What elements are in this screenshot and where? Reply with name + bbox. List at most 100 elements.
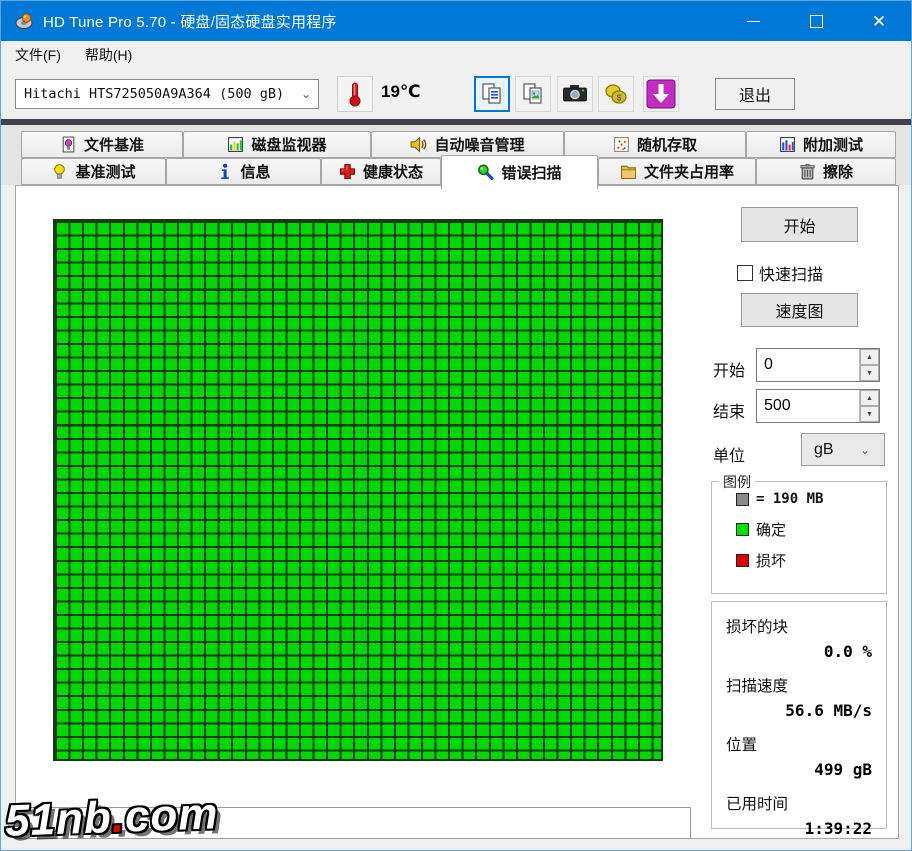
menu-bar: 文件(F) 帮助(H)	[1, 41, 912, 70]
disk-monitor-icon	[227, 136, 244, 153]
quick-scan-label: 快速扫描	[759, 261, 823, 285]
watermark-text: 51nb	[4, 793, 112, 846]
tab-error-scan[interactable]: 错误扫描	[441, 155, 598, 189]
chevron-down-icon: ⌄	[860, 443, 884, 457]
unit-select[interactable]: gB ⌄	[801, 433, 885, 466]
tab-label: 附加测试	[803, 134, 863, 155]
app-logo-icon	[15, 12, 33, 30]
tab-folder-usage[interactable]: 文件夹占用率	[598, 158, 756, 185]
tab-file-benchmark[interactable]: 文件基准	[21, 131, 183, 158]
start-spinbox[interactable]: 0 ▲ ▼	[756, 348, 880, 382]
tab-extra-tests[interactable]: 附加测试	[746, 131, 896, 158]
close-button[interactable]: ✕	[856, 1, 902, 41]
tab-disk-monitor[interactable]: 磁盘监视器	[183, 131, 371, 158]
copy-image-icon	[521, 82, 545, 106]
tab-erase[interactable]: 擦除	[756, 158, 896, 185]
trash-icon	[799, 163, 816, 180]
exit-button-label: 退出	[739, 82, 771, 106]
close-icon: ✕	[872, 13, 886, 30]
toolbar: Hitachi HTS725050A9A364 (500 gB) ⌄ 19℃	[1, 69, 912, 119]
random-access-icon	[613, 136, 630, 153]
stat-scan-speed: 扫描速度 56.6 MB/s	[726, 674, 872, 720]
watermark-51nb: 51nb.com	[4, 789, 219, 846]
legend-groupbox: 图例 = 190 MB 确定 损坏	[711, 481, 887, 594]
menu-help[interactable]: 帮助(H)	[75, 41, 142, 69]
drive-selector-value: Hitachi HTS725050A9A364 (500 gB)	[16, 86, 294, 102]
title-bar: HD Tune Pro 5.70 - 硬盘/固态硬盘实用程序 ✕	[1, 1, 912, 41]
end-field-label: 结束	[713, 398, 745, 422]
spin-up-icon[interactable]: ▲	[860, 390, 879, 406]
legend-swatch-block	[736, 493, 749, 506]
legend-bad-text: 损坏	[756, 550, 786, 571]
temperature-value: 19℃	[381, 82, 421, 102]
stat-label: 已用时间	[726, 792, 872, 814]
legend-swatch-ok	[736, 523, 749, 536]
unit-select-value: gB	[802, 441, 860, 459]
file-benchmark-icon	[60, 136, 77, 153]
quick-scan-checkbox[interactable]	[737, 265, 753, 281]
minimize-button[interactable]	[730, 1, 776, 41]
save-results-button[interactable]: $	[598, 76, 634, 112]
minimize-icon	[747, 21, 760, 22]
legend-swatch-bad	[736, 554, 749, 567]
legend-blocksize-text: = 190 MB	[756, 491, 823, 507]
tab-health[interactable]: 健康状态	[321, 158, 441, 185]
tab-label: 错误扫描	[501, 162, 561, 183]
speaker-icon	[410, 136, 427, 153]
speed-map-label: 速度图	[775, 298, 823, 322]
temperature-button[interactable]	[337, 76, 373, 112]
tab-info[interactable]: 信息	[166, 158, 321, 185]
window-title: HD Tune Pro 5.70 - 硬盘/固态硬盘实用程序	[43, 11, 337, 32]
copy-image-button[interactable]	[515, 76, 551, 112]
stat-label: 损坏的块	[726, 615, 872, 637]
update-button[interactable]	[643, 76, 679, 112]
spin-down-icon[interactable]: ▼	[860, 406, 879, 422]
coins-icon: $	[604, 82, 628, 106]
scan-grid	[53, 219, 663, 761]
start-field-label: 开始	[713, 357, 745, 381]
exit-button[interactable]: 退出	[715, 78, 795, 110]
screenshot-button[interactable]	[557, 76, 593, 112]
end-spinbox[interactable]: 500 ▲ ▼	[756, 389, 880, 423]
speed-map-button[interactable]: 速度图	[741, 293, 858, 327]
watermark-text: com	[124, 789, 219, 841]
stat-value: 499 gB	[726, 760, 872, 779]
app-window: HD Tune Pro 5.70 - 硬盘/固态硬盘实用程序 ✕ 文件(F) 帮…	[0, 0, 912, 851]
thermometer-icon	[347, 81, 363, 107]
stat-elapsed-time: 已用时间 1:39:22	[726, 792, 872, 838]
legend-row-ok: 确定	[736, 519, 886, 540]
legend-title: 图例	[719, 472, 755, 492]
tab-label: 自动噪音管理	[434, 134, 524, 155]
tab-benchmark[interactable]: 基准测试	[21, 158, 166, 185]
end-spinbox-value: 500	[757, 390, 859, 422]
maximize-button[interactable]	[793, 1, 839, 41]
start-scan-button[interactable]: 开始	[741, 207, 858, 242]
tab-label: 文件基准	[84, 134, 144, 155]
tab-label: 随机存取	[637, 134, 697, 155]
stat-label: 扫描速度	[726, 674, 872, 696]
tab-label: 基准测试	[75, 161, 135, 182]
magnifier-icon	[477, 164, 494, 181]
stat-position: 位置 499 gB	[726, 733, 872, 779]
tab-auto-noise-management[interactable]: 自动噪音管理	[371, 131, 564, 158]
copy-text-button[interactable]	[474, 76, 510, 112]
extra-tests-icon	[779, 136, 796, 153]
camera-icon	[562, 82, 588, 106]
tab-random-access[interactable]: 随机存取	[564, 131, 746, 158]
spin-up-icon[interactable]: ▲	[860, 349, 879, 365]
download-icon	[646, 79, 676, 109]
maximize-icon	[810, 15, 823, 28]
drive-selector[interactable]: Hitachi HTS725050A9A364 (500 gB) ⌄	[15, 79, 319, 109]
legend-ok-text: 确定	[756, 519, 786, 540]
info-icon	[216, 163, 233, 180]
spin-down-icon[interactable]: ▼	[860, 365, 879, 381]
start-spinbox-value: 0	[757, 349, 859, 381]
legend-row-bad: 损坏	[736, 550, 886, 571]
tab-label: 磁盘监视器	[251, 134, 326, 155]
menu-file[interactable]: 文件(F)	[5, 41, 71, 69]
stat-value: 1:39:22	[726, 819, 872, 838]
tab-label: 健康状态	[363, 161, 423, 182]
start-spinner: ▲ ▼	[859, 349, 879, 381]
stat-value: 56.6 MB/s	[726, 701, 872, 720]
stat-damaged-blocks: 损坏的块 0.0 %	[726, 615, 872, 661]
